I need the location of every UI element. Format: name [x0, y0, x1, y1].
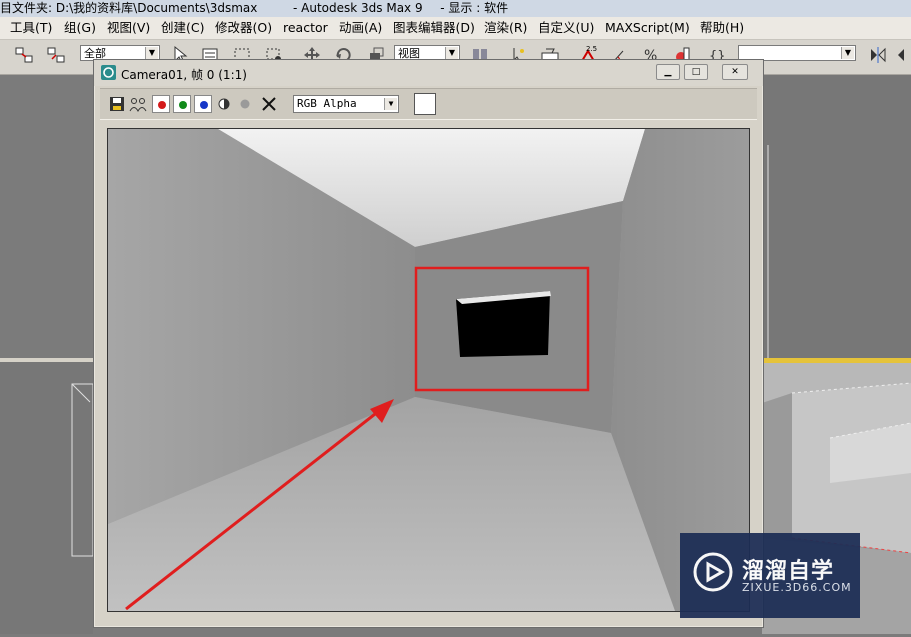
- chevron-down-icon: ▼: [145, 47, 158, 59]
- menu-graph-editors[interactable]: 图表编辑器(D): [393, 20, 475, 36]
- select-link-icon[interactable]: [14, 45, 34, 65]
- red-dot-icon: [158, 101, 166, 109]
- green-channel-button[interactable]: [173, 95, 191, 113]
- menu-customize[interactable]: 自定义(U): [538, 20, 594, 36]
- blue-dot-icon: [200, 101, 208, 109]
- title-display: - 显示 : 软件: [440, 1, 509, 15]
- wireframe-box-left: [71, 383, 94, 557]
- alpha-channel-icon[interactable]: [236, 95, 254, 113]
- menu-rendering[interactable]: 渲染(R): [484, 20, 527, 36]
- clone-window-icon[interactable]: [129, 95, 147, 113]
- minimize-icon: ▁: [664, 67, 672, 77]
- menu-create[interactable]: 创建(C): [161, 20, 204, 36]
- 3dsmax-app-icon: [101, 65, 116, 80]
- menu-maxscript[interactable]: MAXScript(M): [605, 20, 690, 36]
- monochrome-icon[interactable]: [215, 95, 233, 113]
- rendered-frame-window: Camera01, 帧 0 (1:1) ▁ □ ✕ RGB Alpha ▼: [93, 59, 764, 628]
- blue-channel-button[interactable]: [194, 95, 212, 113]
- viewport-top-right[interactable]: [762, 75, 911, 358]
- menu-help[interactable]: 帮助(H): [700, 20, 744, 36]
- menu-group[interactable]: 组(G): [64, 20, 96, 36]
- red-channel-button[interactable]: [152, 95, 170, 113]
- frame-window-toolbar: RGB Alpha ▼: [100, 88, 757, 120]
- channel-display-value: RGB Alpha: [297, 97, 357, 110]
- chevron-down-icon: ▼: [841, 47, 854, 59]
- chevron-down-icon: ▼: [384, 98, 397, 110]
- unlink-icon[interactable]: [46, 45, 66, 65]
- app-title-bar: 目文件夹: D:\我的资料库\Documents\3dsmax - Autode…: [0, 0, 911, 17]
- close-icon: ✕: [731, 67, 739, 77]
- menu-modifiers[interactable]: 修改器(O): [215, 20, 272, 36]
- rendered-room-scene: [108, 129, 749, 611]
- frame-window-titlebar[interactable]: Camera01, 帧 0 (1:1) ▁ □ ✕: [94, 60, 763, 86]
- menu-reactor[interactable]: reactor: [283, 20, 328, 36]
- menu-animation[interactable]: 动画(A): [339, 20, 382, 36]
- title-app: - Autodesk 3ds Max 9: [293, 1, 423, 15]
- rendered-image: [107, 128, 750, 612]
- green-dot-icon: [179, 101, 187, 109]
- maximize-button[interactable]: □: [684, 64, 708, 80]
- minimize-button[interactable]: ▁: [656, 64, 680, 80]
- viewport-left-view[interactable]: [0, 362, 94, 634]
- mirror-icon[interactable]: [868, 45, 888, 65]
- color-swatch[interactable]: [414, 93, 436, 115]
- play-logo-icon: [693, 552, 733, 592]
- snap-value: 2.5: [586, 45, 597, 53]
- chevron-down-icon: ▼: [445, 47, 458, 59]
- watermark-url: ZIXUE.3D66.COM: [742, 581, 852, 594]
- save-image-icon[interactable]: [108, 95, 126, 113]
- menu-views[interactable]: 视图(V): [107, 20, 150, 36]
- channel-display-dropdown[interactable]: RGB Alpha ▼: [293, 95, 399, 113]
- frame-window-title: Camera01, 帧 0 (1:1): [121, 68, 247, 82]
- menu-bar: 工具(T) 组(G) 视图(V) 创建(C) 修改器(O) reactor 动画…: [0, 17, 911, 40]
- close-button[interactable]: ✕: [722, 64, 748, 80]
- wireframe-top-right: [767, 145, 769, 358]
- watermark: 溜溜自学 ZIXUE.3D66.COM: [680, 533, 860, 618]
- menu-tools[interactable]: 工具(T): [10, 20, 52, 36]
- align-icon[interactable]: [896, 45, 911, 65]
- title-path: 目文件夹: D:\我的资料库\Documents\3dsmax: [0, 1, 258, 15]
- maximize-icon: □: [691, 67, 701, 77]
- clear-icon[interactable]: [260, 95, 278, 113]
